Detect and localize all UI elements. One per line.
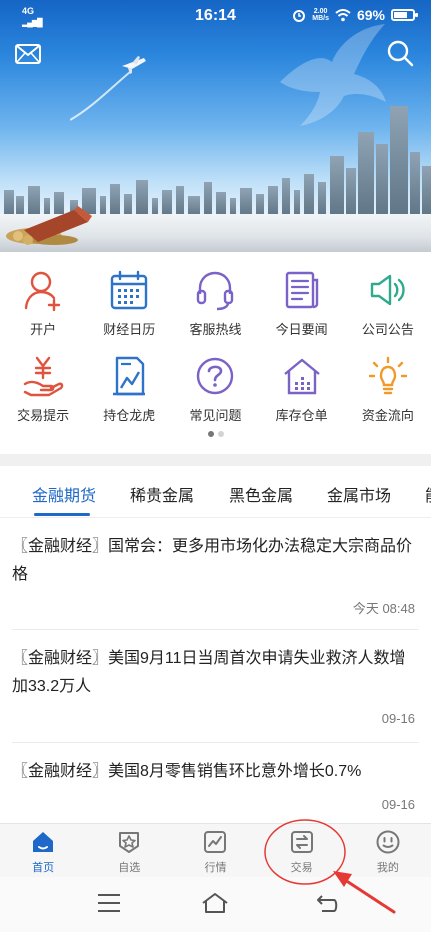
news-time: 今天 08:48 (352, 601, 415, 616)
menu-label: 财经日历 (103, 322, 156, 337)
coins-graphic (6, 206, 92, 245)
news-item[interactable]: 〖金融财经〗美国9月11日当周首次申请失业救济人数增加33.2万人 09-16 (12, 630, 419, 743)
menu-item-financial-calendar[interactable]: 财经日历 (86, 260, 172, 346)
menu-label: 公司公告 (361, 322, 414, 337)
nav-label: 我的 (376, 862, 399, 874)
yen-hand-icon (23, 356, 64, 397)
news-time: 09-16 (381, 797, 415, 812)
nav-label: 行情 (204, 862, 227, 874)
city-skyline (0, 96, 431, 216)
banner: 4G ▂▄▆█ 16:14 2.00 MB/s 69% (0, 0, 431, 252)
question-icon (197, 357, 234, 395)
menu-label: 客服热线 (189, 322, 242, 337)
wifi-icon (335, 8, 351, 21)
chart-doc-icon (113, 356, 146, 396)
person-add-icon (24, 271, 61, 312)
news-icon (285, 271, 318, 309)
menu-item-service-hotline[interactable]: 客服热线 (172, 260, 258, 346)
mail-icon[interactable] (14, 40, 42, 68)
quick-menu-grid: 开户 财经日历 客服热线 今日要闻 公司公告 交易提示 持仓龙虎 常见问题 库存… (0, 260, 431, 432)
status-bar: 4G ▂▄▆█ 16:14 2.00 MB/s 69% (0, 0, 431, 34)
search-icon[interactable] (385, 38, 415, 68)
menu-item-company-notice[interactable]: 公司公告 (345, 260, 431, 346)
news-time: 09-16 (381, 711, 415, 726)
nav-label: 交易 (290, 862, 313, 874)
battery-icon (391, 9, 418, 21)
menu-label: 常见问题 (189, 408, 242, 423)
menu-item-warehouse-receipts[interactable]: 库存仓单 (259, 346, 345, 432)
news-item[interactable]: 〖金融财经〗国常会：更多用市场化办法稳定大宗商品价格 今天 08:48 (12, 518, 419, 630)
warehouse-icon (283, 358, 320, 395)
menu-item-fund-flow[interactable]: 资金流向 (345, 346, 431, 432)
menu-label: 库存仓单 (275, 408, 328, 423)
tab-ferrous-metals[interactable]: 黑色金属 (229, 482, 293, 506)
menu-icon[interactable] (96, 891, 122, 915)
menu-label: 开户 (30, 322, 57, 337)
tab-metals-market[interactable]: 金属市场 (327, 482, 391, 506)
menu-label: 交易提示 (17, 408, 70, 423)
star-shield-icon (119, 832, 140, 853)
menu-label: 资金流向 (361, 408, 414, 423)
nav-trade[interactable]: 交易 (259, 824, 345, 877)
home-icon (33, 832, 54, 852)
smile-icon (376, 830, 400, 854)
alarm-icon (293, 10, 306, 22)
menu-label: 持仓龙虎 (103, 408, 156, 423)
calendar-icon (111, 270, 148, 310)
menu-item-position-ranking[interactable]: 持仓龙虎 (86, 346, 172, 432)
menu-item-trade-tips[interactable]: 交易提示 (0, 346, 86, 432)
nav-label: 首页 (32, 862, 55, 874)
bulb-icon (368, 356, 408, 395)
nav-profile[interactable]: 我的 (345, 824, 431, 877)
nav-label: 自选 (118, 862, 141, 874)
tab-energy[interactable]: 能 (425, 482, 431, 506)
nav-watchlist[interactable]: 自选 (86, 824, 172, 877)
news-list: 〖金融财经〗国常会：更多用市场化办法稳定大宗商品价格 今天 08:48 〖金融财… (0, 518, 431, 823)
headset-icon (197, 271, 234, 311)
page-indicator (0, 431, 431, 437)
bottom-nav: 首页 自选 行情 交易 我的 (0, 823, 431, 877)
menu-item-faq[interactable]: 常见问题 (172, 346, 258, 432)
tab-financial-futures[interactable]: 金融期货 (32, 482, 96, 506)
nav-home[interactable]: 首页 (0, 824, 86, 877)
system-nav-bar (0, 877, 431, 932)
menu-item-open-account[interactable]: 开户 (0, 260, 86, 346)
active-tab-indicator (34, 513, 90, 516)
system-home-icon[interactable] (200, 891, 230, 915)
menu-item-today-news[interactable]: 今日要闻 (259, 260, 345, 346)
swap-icon (290, 831, 313, 853)
page-dot (217, 431, 224, 437)
tab-precious-metals[interactable]: 稀贵金属 (130, 482, 194, 506)
network-speed: 2.00 MB/s (312, 8, 329, 22)
news-title: 〖金融财经〗国常会：更多用市场化办法稳定大宗商品价格 (12, 538, 413, 583)
section-divider (0, 454, 431, 466)
trend-icon (204, 831, 227, 853)
category-tabs: 金融期货 稀贵金属 黑色金属 金属市场 能 (0, 466, 431, 518)
news-item[interactable]: 〖金融财经〗美国8月零售销售环比意外增长0.7% 09-16 (12, 743, 419, 823)
news-title: 〖金融财经〗美国9月11日当周首次申请失业救济人数增加33.2万人 (12, 650, 406, 695)
news-title: 〖金融财经〗美国8月零售销售环比意外增长0.7% (12, 763, 362, 780)
menu-label: 今日要闻 (275, 322, 328, 337)
back-icon[interactable] (314, 891, 340, 915)
page-dot-active (207, 431, 214, 437)
nav-market[interactable]: 行情 (172, 824, 258, 877)
speaker-icon (370, 274, 405, 306)
battery-percent: 69% (356, 7, 385, 23)
